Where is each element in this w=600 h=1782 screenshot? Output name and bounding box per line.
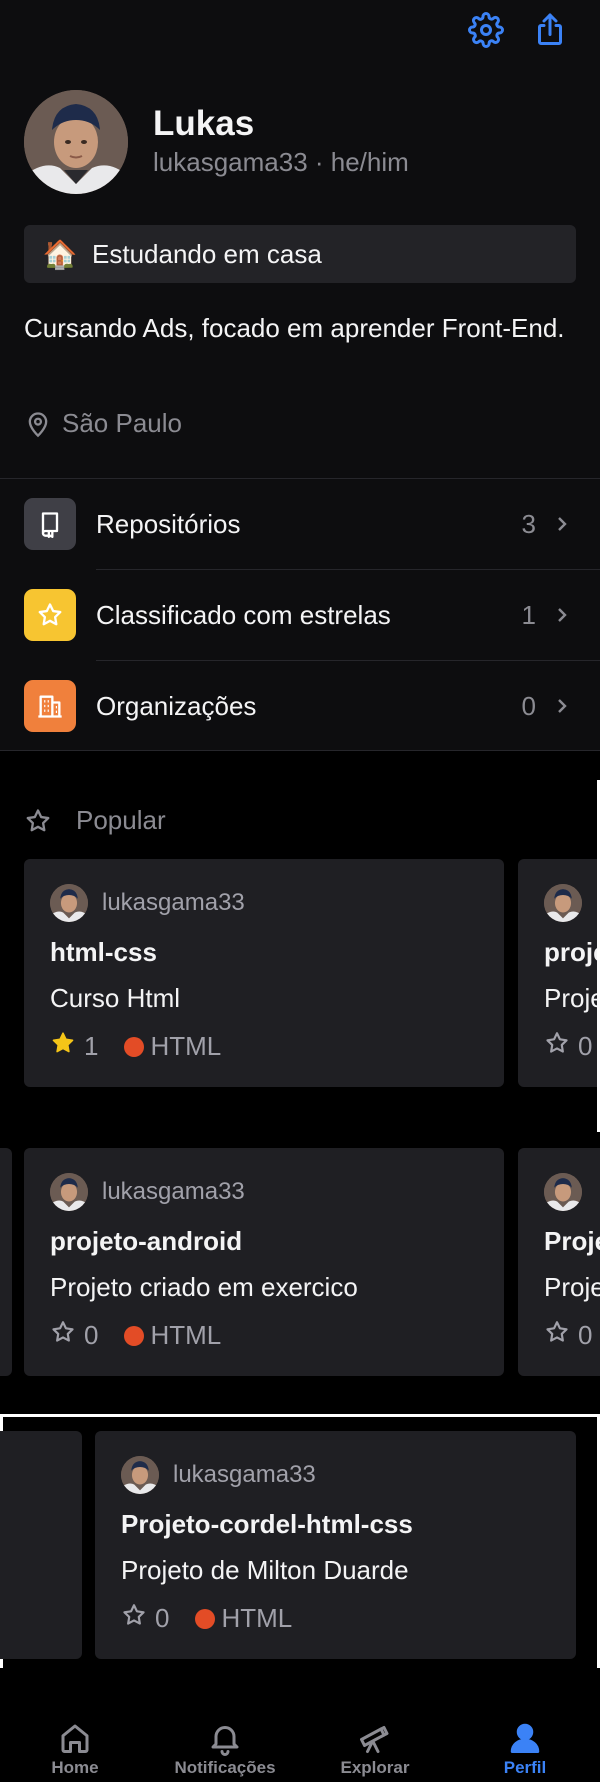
repo-description: Proje [544, 983, 600, 1013]
menu-label: Organizações [96, 690, 257, 721]
language-name: HTML [150, 1320, 222, 1350]
repo-card[interactable]: lukasgama33 Projeto-cordel-html-css Proj… [95, 1431, 576, 1659]
house-icon: 🏠 [42, 238, 78, 270]
tab-label: Explorar [340, 1758, 410, 1777]
avatar [50, 884, 88, 922]
repo-card-peek[interactable] [0, 1148, 12, 1376]
repo-description: Curso Html [50, 983, 181, 1013]
repo-description: Projeto de Milton Duarde [121, 1555, 409, 1585]
profile-header: Lukas lukasgama33 · he/him 🏠 Estudando e… [0, 0, 600, 478]
star-count: 1 [84, 1031, 99, 1061]
star-count: 0 [578, 1031, 593, 1061]
tab-home[interactable]: Home [0, 1668, 150, 1782]
repo-card-peek[interactable]: proje Proje 0 [518, 859, 600, 1087]
chevron-right-icon [552, 605, 572, 625]
card-owner: lukasgama33 [50, 884, 245, 922]
repo-card[interactable]: lukasgama33 projeto-android Projeto cria… [24, 1148, 504, 1376]
language-color-dot [124, 1325, 145, 1346]
tab-label: Home [51, 1758, 99, 1777]
profile-menu: Repositórios 3 Classificado com estrelas… [0, 478, 600, 751]
menu-count: 3 [521, 508, 536, 539]
repo-title: html-css [50, 937, 157, 967]
owner-name: lukasgama33 [102, 1178, 245, 1205]
tab-bar: Home Notificações Explorar Perfil [0, 1668, 600, 1782]
star-icon [24, 589, 76, 641]
avatar [544, 884, 582, 922]
tab-label: Perfil [503, 1758, 547, 1777]
card-owner: lukasgama33 [121, 1456, 316, 1494]
star-outline-icon [50, 1319, 76, 1352]
chevron-right-icon [552, 696, 572, 716]
star-count: 0 [84, 1320, 99, 1350]
avatar [544, 1173, 582, 1211]
repo-meta: 0 [544, 1319, 592, 1352]
menu-item-repositories[interactable]: Repositórios 3 [0, 479, 600, 569]
repo-card[interactable]: lukasgama33 html-css Curso Html 1 HTML [24, 859, 504, 1087]
person-icon [510, 1723, 540, 1753]
status-box[interactable]: 🏠 Estudando em casa [24, 225, 576, 283]
repo-title: proje [544, 937, 600, 967]
menu-label: Repositórios [96, 508, 241, 539]
home-icon [61, 1724, 89, 1753]
repo-meta: 0 [544, 1030, 592, 1063]
star-filled-icon [50, 1030, 76, 1063]
profile-screen: Lukas lukasgama33 · he/him 🏠 Estudando e… [0, 0, 600, 1782]
profile-handle: lukasgama33 · he/him [153, 147, 409, 177]
menu-label: Classificado com estrelas [96, 599, 391, 630]
repository-icon [24, 498, 76, 550]
popular-heading: Popular [24, 805, 166, 836]
menu-item-organizations[interactable]: Organizações 0 [0, 661, 600, 751]
tab-label: Notificações [174, 1758, 276, 1777]
avatar [121, 1456, 159, 1494]
star-outline-icon [544, 1030, 570, 1063]
avatar[interactable] [24, 90, 128, 194]
repo-description: Proje [544, 1272, 600, 1302]
card-owner [544, 1173, 582, 1211]
profile-bio: Cursando Ads, focado em aprender Front-E… [24, 313, 565, 343]
repo-card-peek[interactable] [0, 1431, 82, 1659]
profile-location: São Paulo [24, 408, 182, 439]
repo-card-peek[interactable]: Proje Proje 0 [518, 1148, 600, 1376]
language-name: HTML [221, 1603, 293, 1633]
menu-count: 1 [521, 599, 536, 630]
star-outline-icon [544, 1319, 570, 1352]
menu-count: 0 [521, 690, 536, 721]
avatar [50, 1173, 88, 1211]
location-text: São Paulo [62, 408, 182, 438]
owner-name: lukasgama33 [102, 889, 245, 916]
repo-meta: 1 HTML [50, 1030, 221, 1063]
language-color-dot [124, 1036, 145, 1057]
tab-profile[interactable]: Perfil [450, 1668, 600, 1782]
settings-gear-icon[interactable] [466, 10, 506, 50]
repo-title: Projeto-cordel-html-css [121, 1509, 413, 1539]
status-text: Estudando em casa [92, 238, 322, 269]
star-count: 0 [578, 1320, 593, 1350]
language-name: HTML [150, 1031, 222, 1061]
star-outline-icon [26, 808, 50, 831]
bell-icon [211, 1726, 239, 1756]
star-count: 0 [155, 1603, 170, 1633]
tab-explore[interactable]: Explorar [300, 1668, 450, 1782]
divider [0, 1414, 600, 1417]
telescope-icon [360, 1726, 389, 1753]
share-icon[interactable] [530, 10, 570, 50]
repo-description: Projeto criado em exercico [50, 1272, 358, 1302]
repo-meta: 0 HTML [50, 1319, 221, 1352]
tab-notifications[interactable]: Notificações [150, 1668, 300, 1782]
card-owner: lukasgama33 [50, 1173, 245, 1211]
popular-title: Popular [76, 805, 166, 835]
menu-item-starred[interactable]: Classificado com estrelas 1 [0, 570, 600, 660]
organization-icon [24, 680, 76, 732]
repo-title: Proje [544, 1226, 600, 1256]
chevron-right-icon [552, 514, 572, 534]
location-pin-icon [28, 411, 48, 437]
star-outline-icon [121, 1602, 147, 1635]
owner-name: lukasgama33 [173, 1461, 316, 1488]
language-color-dot [195, 1608, 216, 1629]
profile-name: Lukas [153, 104, 255, 143]
card-owner [544, 884, 582, 922]
repo-title: projeto-android [50, 1226, 243, 1256]
repo-meta: 0 HTML [121, 1602, 292, 1635]
